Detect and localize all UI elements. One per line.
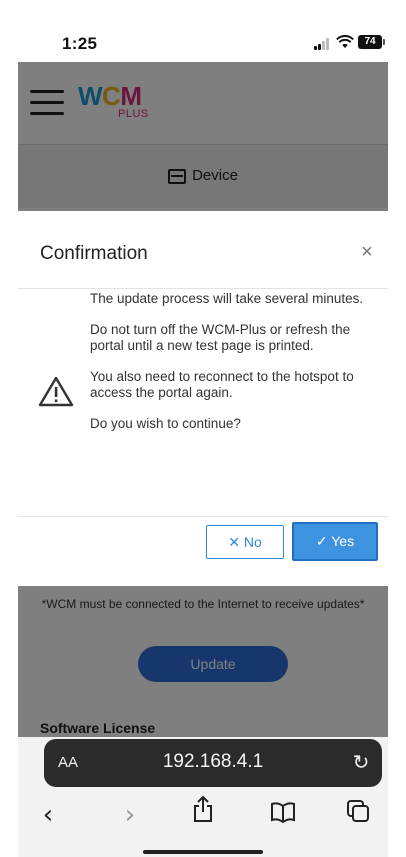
confirmation-dialog: Confirmation × The update process will t… <box>18 211 388 586</box>
yes-button[interactable]: ✓ Yes <box>292 522 378 561</box>
dialog-body: The update process will take several min… <box>90 291 382 447</box>
browser-nav-row: ‹ › <box>18 793 388 837</box>
tabs-icon[interactable] <box>338 795 378 835</box>
dialog-paragraph: You also need to reconnect to the hotspo… <box>90 369 354 400</box>
browser-toolbar: AA 192.168.4.1 ↻ ‹ › <box>18 737 388 857</box>
dialog-title: Confirmation <box>40 243 148 264</box>
signal-icon <box>314 38 330 50</box>
phone-screen: 1:25 74 WCM PLUS Device *WCM must b <box>0 0 406 857</box>
battery-icon: 74 <box>358 35 385 49</box>
warning-icon <box>38 375 74 407</box>
status-time: 1:25 <box>62 34 98 53</box>
close-icon[interactable]: × <box>354 239 380 265</box>
dialog-paragraph: The update process will take several min… <box>90 291 364 306</box>
no-button[interactable]: ✕ No <box>206 525 284 559</box>
dialog-paragraph: Do you wish to continue? <box>90 416 241 431</box>
status-bar: 1:25 74 <box>18 0 388 62</box>
reload-icon[interactable]: ↻ <box>348 748 374 776</box>
wifi-icon <box>336 35 354 51</box>
bookmarks-icon[interactable] <box>263 795 303 835</box>
dialog-header: Confirmation × <box>18 211 388 289</box>
url-text[interactable]: 192.168.4.1 <box>44 751 382 773</box>
back-icon[interactable]: ‹ <box>28 795 68 835</box>
dialog-paragraph: Do not turn off the WCM-Plus or refresh … <box>90 322 351 353</box>
forward-icon[interactable]: › <box>110 795 150 835</box>
address-bar[interactable]: AA 192.168.4.1 ↻ <box>44 739 382 787</box>
share-icon[interactable] <box>183 795 223 835</box>
dialog-footer: ✕ No ✓ Yes <box>18 516 388 586</box>
home-indicator <box>143 850 263 854</box>
